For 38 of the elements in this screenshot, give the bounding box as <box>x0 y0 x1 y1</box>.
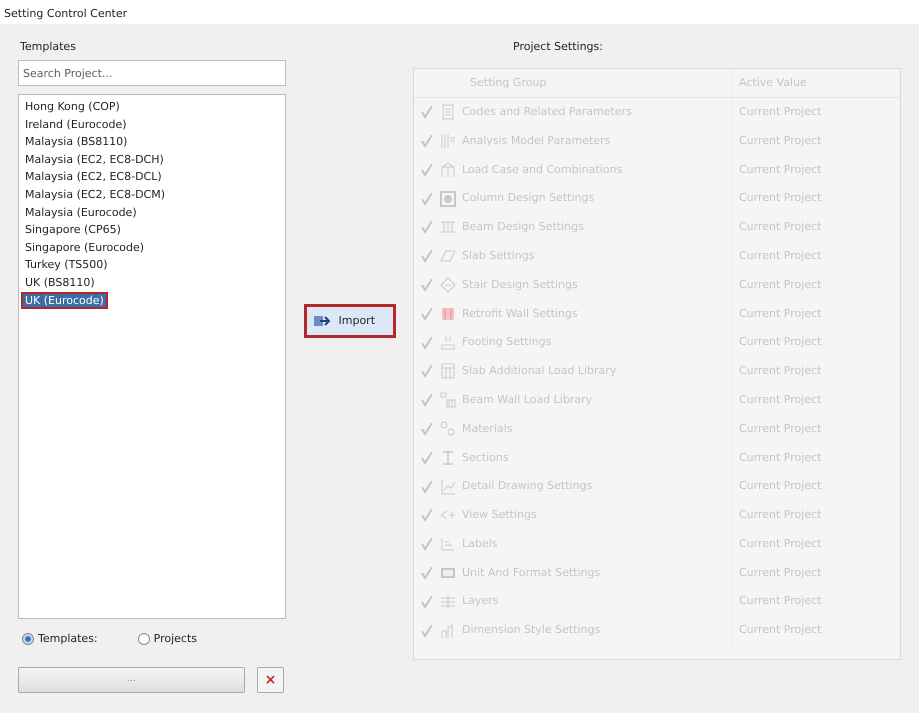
label-icon <box>440 536 456 552</box>
template-item[interactable]: Malaysia (BS8110) <box>21 133 132 151</box>
i-beam-icon <box>440 450 456 466</box>
template-item[interactable]: Malaysia (EC2, EC8-DCL) <box>21 168 166 186</box>
layers-icon <box>440 594 456 610</box>
square-icon <box>440 190 456 207</box>
template-item[interactable]: Singapore (Eurocode) <box>21 238 148 256</box>
radio-label: Templates: <box>38 630 98 647</box>
import-button[interactable]: Import <box>306 306 394 336</box>
table-icon <box>440 363 456 380</box>
template-item[interactable]: Malaysia (EC2, EC8-DCH) <box>21 150 168 168</box>
project-settings-label: Project Settings: <box>513 38 603 55</box>
template-item[interactable]: Ireland (Eurocode) <box>21 116 131 134</box>
grid-icon <box>440 392 456 408</box>
template-item[interactable]: Turkey (TS500) <box>21 256 112 274</box>
clear-button[interactable]: × <box>257 667 284 693</box>
template-item[interactable]: Hong Kong (COP) <box>21 98 124 116</box>
radio-button[interactable] <box>138 633 150 645</box>
template-item[interactable]: Malaysia (EC2, EC8-DCM) <box>21 186 170 204</box>
window-title: Setting Control Center <box>4 7 128 20</box>
chart-icon <box>440 478 456 495</box>
template-item[interactable]: UK (Eurocode) <box>21 292 108 310</box>
import-arrow-icon <box>312 314 330 328</box>
circles-icon <box>440 420 456 437</box>
wall-icon <box>440 306 456 322</box>
beam-icon <box>440 219 456 236</box>
footing-icon <box>440 334 456 351</box>
slab-icon <box>440 248 456 264</box>
template-item[interactable]: Singapore (CP65) <box>21 221 125 239</box>
radio-button[interactable] <box>22 633 34 645</box>
document-icon <box>440 104 456 120</box>
template-item[interactable]: Malaysia (Eurocode) <box>21 204 141 222</box>
template-item[interactable]: UK (BS8110) <box>21 274 99 292</box>
diamond-icon <box>440 276 456 293</box>
radio-label: Projects <box>154 630 198 647</box>
search-field[interactable]: Search Project... <box>18 60 286 86</box>
bars-icon <box>440 132 456 149</box>
templates-label: Templates <box>20 38 76 55</box>
